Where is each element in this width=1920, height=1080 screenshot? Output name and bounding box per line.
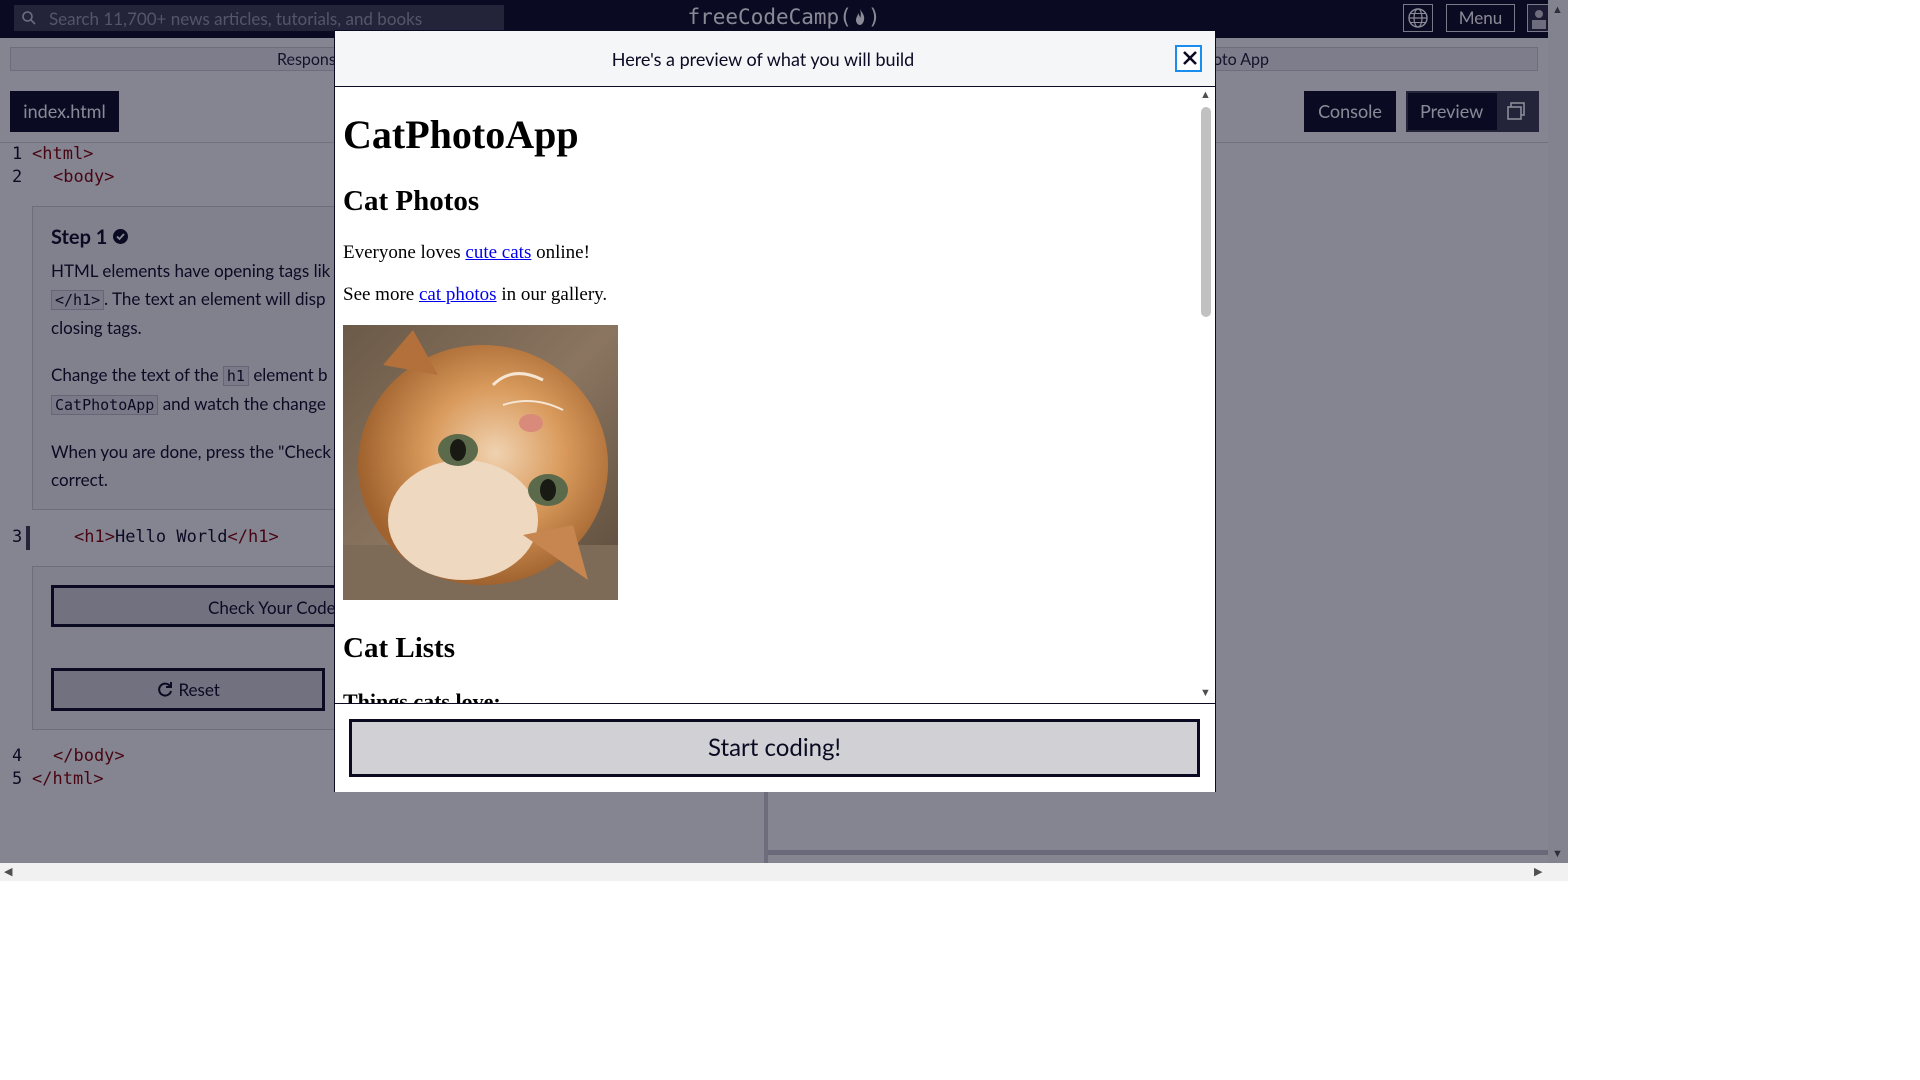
preview-subheading-things: Things cats love: [343,689,501,703]
cat-photo[interactable] [343,325,618,600]
preview-text: in our gallery. [496,284,608,305]
preview-text: See more [343,284,419,305]
window-horizontal-scrollbar[interactable]: ◀ ▶ [0,863,1568,881]
cat-photos-link[interactable]: cat photos [419,284,497,305]
scroll-up-arrow-icon[interactable]: ▲ [1200,90,1211,101]
modal-header: Here's a preview of what you will build [335,31,1215,87]
preview-heading: CatPhotoApp [343,112,579,157]
preview-subheading-lists: Cat Lists [343,632,455,664]
scroll-down-arrow-icon[interactable]: ▼ [1200,688,1211,699]
preview-scrollbar-thumb[interactable] [1201,107,1211,317]
preview-modal: Here's a preview of what you will build … [334,30,1216,792]
start-coding-button[interactable]: Start coding! [349,719,1200,777]
preview-frame[interactable]: CatPhotoApp Cat Photos Everyone loves cu… [335,87,1215,703]
preview-text: online! [531,242,590,263]
scroll-right-arrow-icon[interactable]: ▶ [1534,866,1542,877]
modal-footer: Start coding! [335,703,1215,792]
modal-title: Here's a preview of what you will build [611,48,915,70]
close-button[interactable] [1175,45,1202,72]
preview-paragraph: Everyone loves cute cats online! [343,242,590,264]
preview-text: Everyone loves [343,242,466,263]
scroll-left-arrow-icon[interactable]: ◀ [4,866,12,877]
cute-cats-link[interactable]: cute cats [465,242,531,263]
preview-paragraph: See more cat photos in our gallery. [343,284,607,306]
preview-subheading-photos: Cat Photos [343,185,480,217]
